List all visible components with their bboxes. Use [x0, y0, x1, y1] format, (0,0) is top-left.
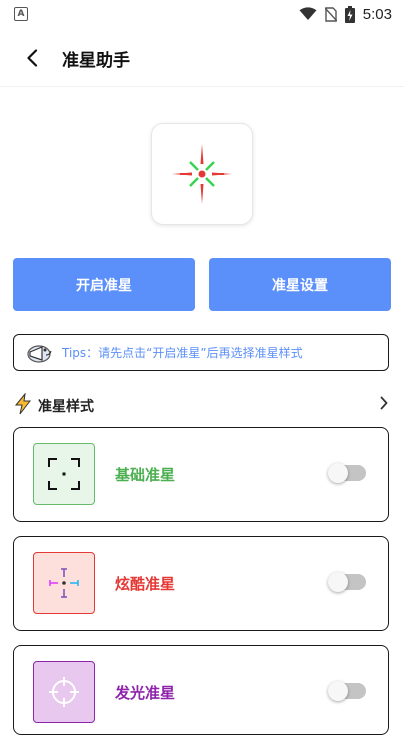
style-thumb-basic — [33, 443, 95, 505]
wifi-icon — [299, 7, 317, 20]
style-card-glow[interactable]: 发光准星 — [13, 645, 389, 735]
style-label-basic: 基础准星 — [115, 466, 176, 484]
page-title: 准星助手 — [62, 51, 130, 71]
back-button[interactable] — [18, 44, 46, 72]
crosshair-icon — [172, 144, 232, 204]
cool-crosshair-icon — [49, 568, 79, 598]
style-thumb-cool — [33, 552, 95, 614]
crosshair-styles-header[interactable]: 准星样式 — [14, 393, 392, 417]
no-sim-icon — [324, 6, 337, 22]
battery-icon — [344, 5, 355, 23]
lightning-icon — [14, 393, 32, 415]
style-label-glow: 发光准星 — [115, 684, 176, 702]
megaphone-icon — [27, 344, 52, 363]
glow-crosshair-icon — [49, 677, 79, 707]
app-bar: 准星助手 — [0, 30, 404, 87]
style-card-cool[interactable]: 炫酷准星 — [13, 536, 389, 631]
toggle-basic[interactable] — [328, 463, 366, 483]
status-icons: 5:03 — [299, 4, 392, 24]
clock: 5:03 — [362, 5, 392, 23]
style-label-cool: 炫酷准星 — [115, 575, 176, 593]
status-bar: A 5:03 — [0, 0, 404, 28]
style-thumb-glow — [33, 661, 95, 723]
tips-banner: Tips：请先点击“开启准星”后再选择准星样式 — [13, 334, 389, 371]
crosshair-settings-button[interactable]: 准星设置 — [209, 258, 391, 311]
basic-crosshair-icon — [48, 458, 80, 490]
start-crosshair-button[interactable]: 开启准星 — [13, 258, 195, 311]
style-card-basic[interactable]: 基础准星 — [13, 427, 389, 522]
section-title: 准星样式 — [38, 399, 94, 415]
notification-icon: A — [14, 7, 28, 21]
tips-text: Tips：请先点击“开启准星”后再选择准星样式 — [62, 346, 303, 360]
chevron-right-icon — [380, 396, 388, 410]
chevron-left-icon — [27, 49, 38, 67]
toggle-glow[interactable] — [328, 681, 366, 701]
toggle-cool[interactable] — [328, 572, 366, 592]
crosshair-preview — [151, 123, 253, 225]
